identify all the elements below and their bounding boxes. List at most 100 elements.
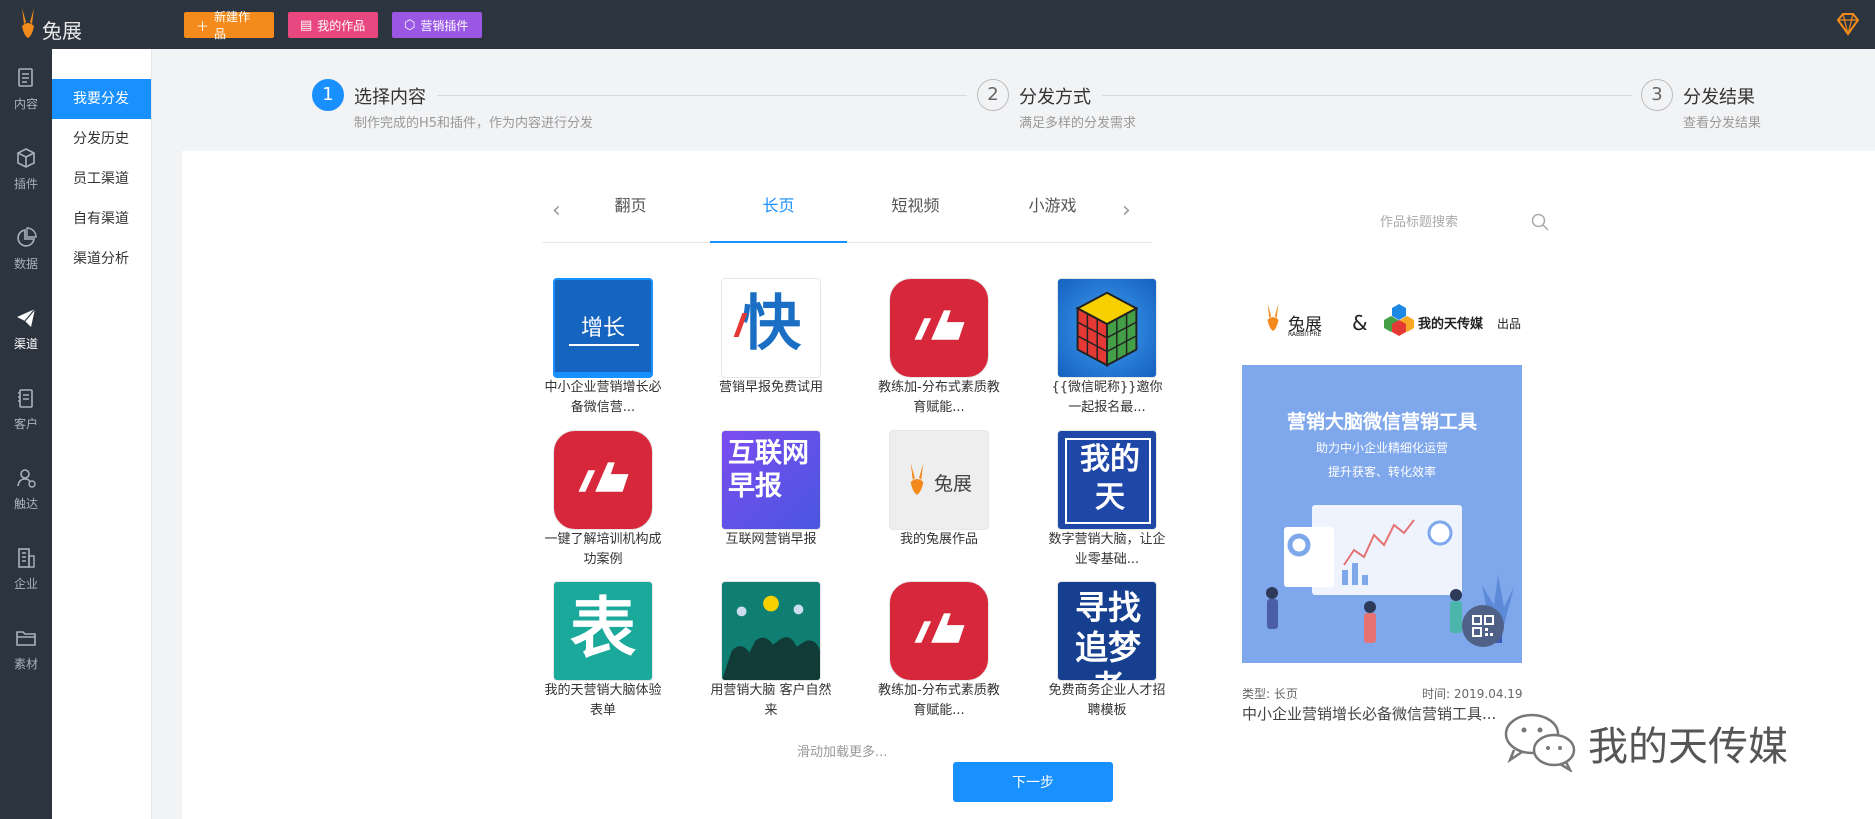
work-thumbnail: 寻找追梦者: [1057, 581, 1157, 681]
diamond-icon[interactable]: [1835, 12, 1861, 36]
step-connector: [437, 95, 967, 96]
qr-code-badge[interactable]: [1462, 605, 1504, 647]
poster-title: 营销大脑微信营销工具: [1286, 411, 1477, 433]
rabbit-logo-icon: [910, 463, 924, 495]
work-caption: 营销早报免费试用: [718, 380, 823, 395]
distribution-steps: 1 选择内容 制作完成的H5和插件，作为内容进行分发 2 分发方式 满足多样的分…: [152, 49, 1875, 151]
nav-content-label: 内容: [13, 96, 38, 111]
nav-material-label: 素材: [13, 656, 38, 671]
folder-icon: [16, 630, 36, 646]
crowd-illustration-icon: [722, 595, 820, 680]
poster-subtitle-1: 助力中小企业精细化运营: [1315, 441, 1448, 455]
step-connector: [1102, 95, 1632, 96]
work-caption: 数字营销大脑，让企业零基础...: [1048, 532, 1166, 567]
nav-data[interactable]: 数据: [0, 209, 52, 289]
work-thumbnail: 增长: [553, 278, 653, 378]
coach-logo-icon: [578, 462, 629, 492]
work-caption: 教练加-分布式素质教育赋能...: [878, 380, 1000, 415]
plus-icon: ＋: [196, 19, 210, 35]
work-search: [1380, 210, 1550, 234]
search-input[interactable]: [1380, 210, 1520, 234]
nav-reach[interactable]: 触达: [0, 449, 52, 529]
subnav-history[interactable]: 分发历史: [52, 119, 151, 159]
cube-icon: [17, 147, 35, 168]
work-type-tabs: ‹ 翻页 长页 短视频 小游戏 ›: [542, 186, 1152, 243]
wechat-icon: [1504, 713, 1576, 772]
brand-ampersand: &: [1352, 311, 1368, 335]
nav-company-label: 企业: [13, 576, 38, 591]
work-thumbnail: 表: [553, 581, 653, 681]
brand-row: 兔展 RABBITPRE & 我的天传媒 出品: [1262, 289, 1532, 349]
next-step-button[interactable]: 下一步: [953, 762, 1113, 802]
work-caption: 我的天营销大脑体验表单: [544, 683, 662, 718]
mydays-logo-icon: [1384, 304, 1414, 336]
work-caption: 教练加-分布式素质教育赋能...: [878, 683, 1000, 718]
brand-left-sub: RABBITPRE: [1288, 331, 1322, 338]
cube-icon: ⬡: [404, 17, 416, 33]
brand-right-name: 我的天传媒: [1418, 317, 1484, 332]
work-thumbnail: [889, 581, 989, 681]
coach-logo-icon: [914, 310, 965, 340]
preview-type: 类型: 长页: [1242, 687, 1298, 701]
document-icon: ▤: [300, 17, 313, 33]
thumbnail-text: 寻找追梦者: [1075, 588, 1141, 680]
work-caption: 免费商务企业人才招聘模板: [1048, 683, 1166, 718]
search-icon[interactable]: [1530, 212, 1550, 232]
preview-poster: 营销大脑微信营销工具 助力中小企业精细化运营 提升获客、转化效率: [1242, 365, 1522, 663]
new-work-button[interactable]: ＋ 新建作品: [184, 10, 274, 41]
thumbnail-text: 互联网早报: [728, 438, 809, 502]
subnav-own-channel[interactable]: 自有渠道: [52, 199, 151, 239]
thumbnail-text: 兔展: [934, 473, 973, 495]
work-caption: {{微信昵称}}邀你一起报名最...: [1051, 380, 1163, 415]
work-thumbnail: [889, 278, 989, 378]
nav-company[interactable]: 企业: [0, 529, 52, 609]
nav-plugin[interactable]: 插件: [0, 129, 52, 209]
subnav-distribute[interactable]: 我要分发: [52, 79, 151, 119]
brand-produced-label: 出品: [1497, 317, 1522, 331]
load-more-hint: 滑动加载更多...: [797, 745, 888, 760]
subnav-staff-channel[interactable]: 员工渠道: [52, 159, 151, 199]
tab-mini-game[interactable]: 小游戏: [984, 186, 1121, 243]
coach-logo-icon: [914, 613, 965, 643]
logo-text: 兔展: [42, 18, 82, 43]
chevron-right-icon[interactable]: ›: [1122, 198, 1142, 223]
work-thumbnail: 兔展: [889, 430, 989, 530]
nav-reach-label: 触达: [13, 496, 38, 511]
work-thumbnail: 快: [721, 278, 821, 378]
nav-customer[interactable]: 客户: [0, 369, 52, 449]
tab-flip[interactable]: 翻页: [562, 186, 699, 243]
step-number: 3: [1641, 79, 1673, 111]
thumbnail-text: 增长: [580, 316, 625, 341]
step-number: 2: [977, 79, 1009, 111]
tab-short-video[interactable]: 短视频: [847, 186, 984, 243]
app-logo[interactable]: 兔展: [16, 4, 82, 44]
work-thumbnail: [721, 581, 821, 681]
tab-long-page[interactable]: 长页: [710, 186, 847, 243]
step-title: 分发方式: [1019, 87, 1091, 108]
paper-plane-icon: [17, 308, 36, 327]
nav-content[interactable]: 内容: [0, 49, 52, 129]
step-title: 选择内容: [354, 87, 426, 108]
work-thumbnail: [553, 430, 653, 530]
step-title: 分发结果: [1683, 87, 1755, 108]
thumbnail-underline: [569, 344, 639, 346]
rabbit-logo-icon: [22, 8, 34, 38]
marketing-plugin-label: 营销插件: [420, 18, 469, 33]
my-works-button[interactable]: ▤ 我的作品: [288, 12, 378, 38]
step-number: 1: [312, 79, 344, 111]
marketing-plugin-button[interactable]: ⬡ 营销插件: [392, 12, 482, 38]
channel-subnav: 我要分发 分发历史 员工渠道 自有渠道 渠道分析: [52, 49, 152, 819]
subnav-channel-analysis[interactable]: 渠道分析: [52, 239, 151, 279]
work-caption: 用营销大脑 客户自然来: [710, 683, 832, 718]
step-desc: 查看分发结果: [1683, 116, 1762, 131]
nav-material[interactable]: 素材: [0, 609, 52, 689]
new-work-label: 新建作品: [214, 10, 251, 41]
preview-time: 时间: 2019.04.19: [1422, 687, 1523, 701]
nav-channel[interactable]: 渠道: [0, 289, 52, 369]
rabbit-logo-icon: [1267, 303, 1279, 331]
thumbnail-text: 我的天: [1080, 442, 1140, 515]
nav-channel-label: 渠道: [13, 336, 38, 351]
work-caption: 互联网营销早报: [725, 532, 817, 547]
nav-data-label: 数据: [13, 256, 38, 271]
building-icon: [18, 547, 35, 568]
